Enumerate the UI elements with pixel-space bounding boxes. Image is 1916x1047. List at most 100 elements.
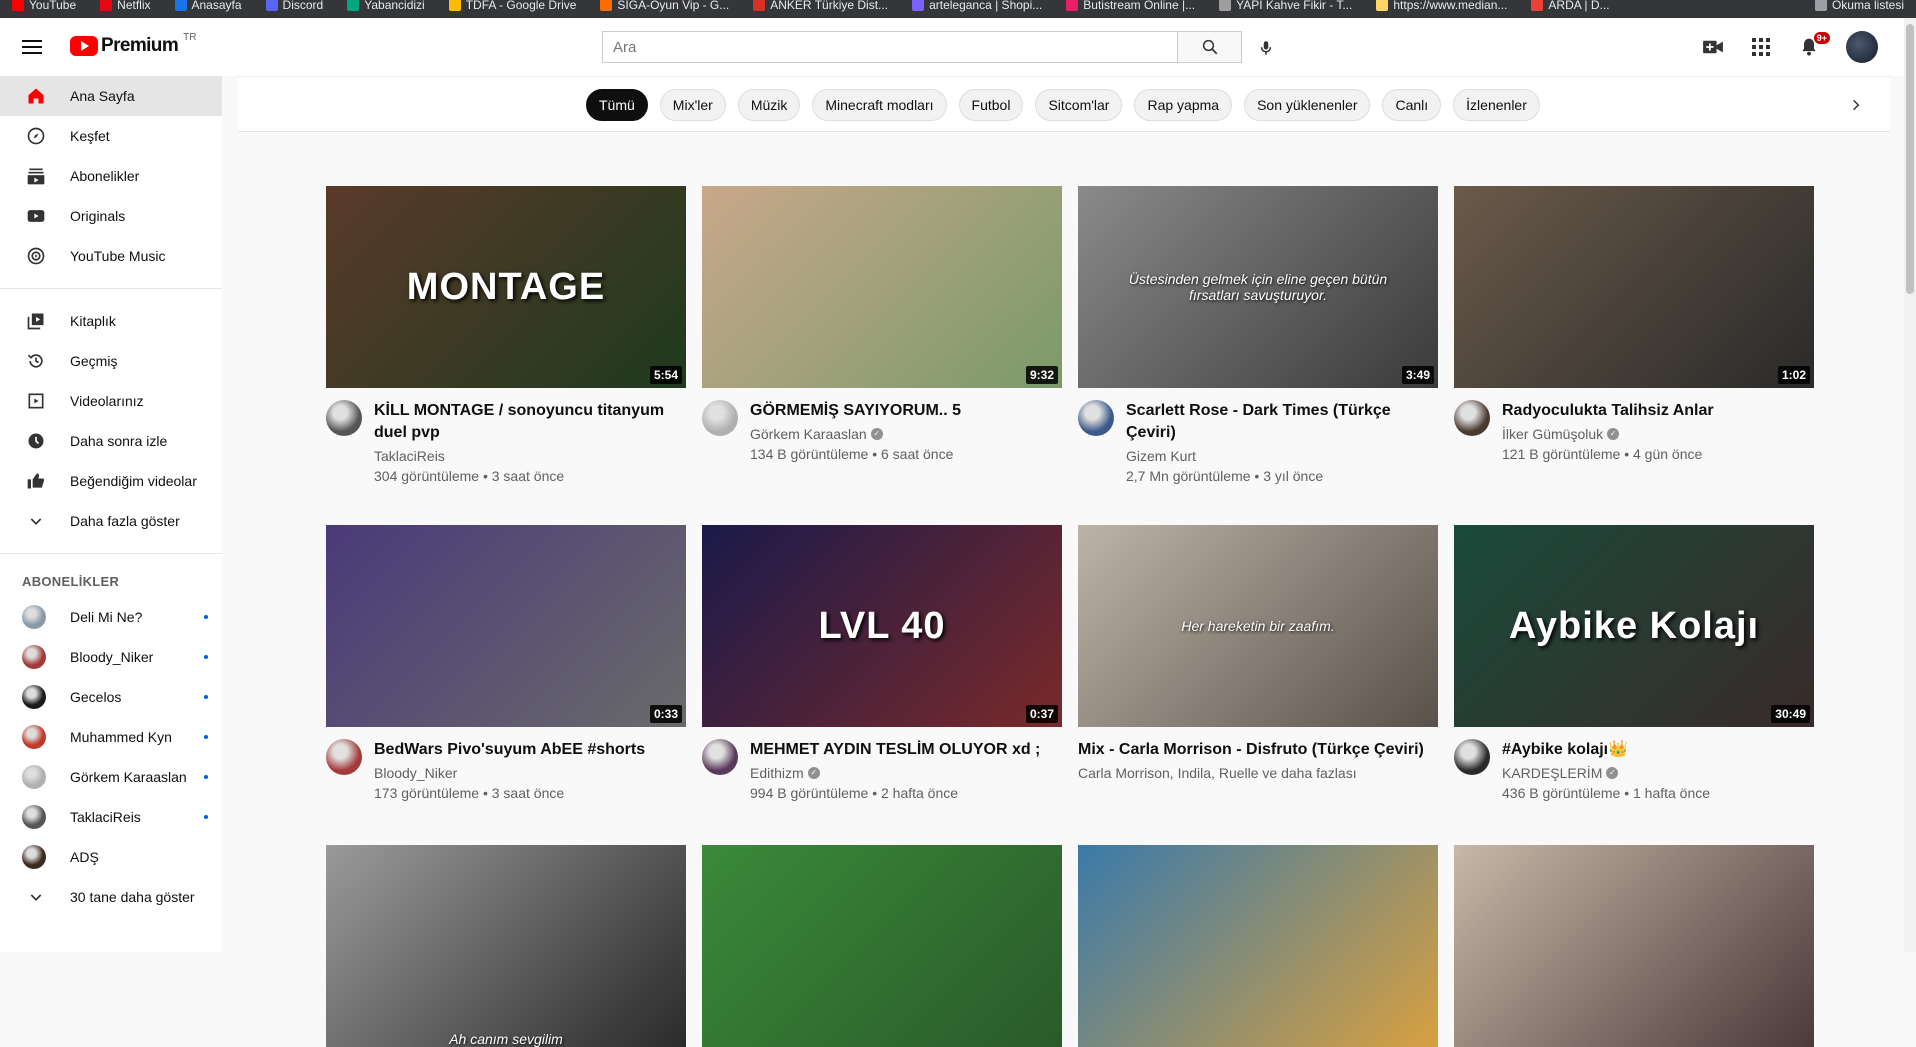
channel-name[interactable]: Carla Morrison, Indila, Ruelle ve daha f… xyxy=(1078,763,1357,783)
sidebar-item-your-videos[interactable]: Videolarınız xyxy=(0,381,222,421)
bookmark-item[interactable]: ANKER Türkiye Dist... xyxy=(741,0,900,12)
video-card[interactable]: 9:32 GÖRMEMİŞ SAYIYORUM.. 5 Görkem Karaasl… xyxy=(702,186,1062,464)
video-title[interactable]: Mix - Carla Morrison - Disfruto (Türkçe … xyxy=(1078,739,1438,761)
video-thumbnail[interactable]: Her hareketin bir zaafım. xyxy=(1078,525,1438,727)
sidebar-item-watch-later[interactable]: Daha sonra izle xyxy=(0,421,222,461)
filter-chip[interactable]: Futbol xyxy=(958,89,1024,121)
video-card[interactable] xyxy=(702,845,1062,1047)
video-title[interactable]: Scarlett Rose - Dark Times (Türkçe Çevir… xyxy=(1126,400,1438,444)
filter-chip[interactable]: İzlenenler xyxy=(1453,89,1540,121)
sidebar-item-chevron-down[interactable]: Daha fazla göster xyxy=(0,501,222,541)
video-card[interactable]: Aybike Kolajı 30:49 #Aybike kolajı👑 KARDEŞL… xyxy=(1454,525,1814,803)
video-thumbnail[interactable]: 9:32 xyxy=(702,186,1062,388)
search-box[interactable] xyxy=(602,31,1178,63)
channel-avatar[interactable] xyxy=(1454,739,1490,775)
subscription-item[interactable]: Muhammed Kyn xyxy=(0,717,222,757)
channel-avatar[interactable] xyxy=(702,400,738,436)
video-card[interactable]: LVL 40 0:37 MEHMET AYDIN TESLİM OLUYOR xd … xyxy=(702,525,1062,803)
bookmark-item[interactable]: YAPI Kahve Fikir - T... xyxy=(1207,0,1364,12)
video-card[interactable] xyxy=(1078,845,1438,1047)
video-thumbnail[interactable]: LVL 40 0:37 xyxy=(702,525,1062,727)
video-thumbnail[interactable]: 1:02 xyxy=(1454,186,1814,388)
search-button[interactable] xyxy=(1177,31,1242,63)
video-title[interactable]: GÖRMEMİŞ SAYIYORUM.. 5 xyxy=(750,400,1062,422)
video-title[interactable]: KİLL MONTAGE / sonoyuncu titanyum duel p… xyxy=(374,400,686,444)
channel-avatar[interactable] xyxy=(1078,400,1114,436)
apps-button[interactable] xyxy=(1746,30,1776,64)
subscription-item[interactable]: Görkem Karaaslan xyxy=(0,757,222,797)
video-card[interactable]: 1:02 Radyoculukta Talihsiz Anlar İlker Güm… xyxy=(1454,186,1814,464)
bookmark-item[interactable]: https://www.median... xyxy=(1364,0,1519,12)
bookmark-item[interactable]: SIGA-Oyun Vip - G... xyxy=(588,0,741,12)
sidebar-item-library[interactable]: Kitaplık xyxy=(0,301,222,341)
bookmark-item[interactable]: ARDA | D... xyxy=(1519,0,1621,12)
subscription-item[interactable]: ADŞ xyxy=(0,837,222,877)
video-card[interactable]: Her hareketin bir zaafım. Mix - Carla Mor… xyxy=(1078,525,1438,783)
sidebar-item-subscriptions[interactable]: Abonelikler xyxy=(0,156,222,196)
video-thumbnail[interactable]: 0:33 xyxy=(326,525,686,727)
show-more-subscriptions[interactable]: 30 tane daha göster xyxy=(0,877,222,917)
bookmark-item[interactable]: Netflix xyxy=(88,0,162,12)
channel-name[interactable]: Gizem Kurt xyxy=(1126,446,1196,466)
bookmark-item[interactable]: YouTube xyxy=(0,0,88,12)
video-card[interactable]: Ah canım sevgilim xyxy=(326,845,686,1047)
filter-chip[interactable]: Canlı xyxy=(1382,89,1442,121)
video-card[interactable]: Üstesinden gelmek için eline geçen bütün… xyxy=(1078,186,1438,486)
channel-name[interactable]: TaklaciReis xyxy=(374,446,445,466)
video-title[interactable]: BedWars Pivo'suyum AbEE #shorts xyxy=(374,739,686,761)
filter-chip[interactable]: Minecraft modları xyxy=(812,89,947,121)
video-title[interactable]: Radyoculukta Talihsiz Anlar xyxy=(1502,400,1814,422)
page-scrollbar[interactable] xyxy=(1904,18,1916,952)
create-button[interactable] xyxy=(1698,30,1728,64)
channel-name[interactable]: Bloody_Niker xyxy=(374,763,457,783)
account-avatar[interactable] xyxy=(1846,31,1878,63)
channel-name[interactable]: Edithizm xyxy=(750,763,804,783)
reading-list-button[interactable]: Okuma listesi xyxy=(1803,0,1916,12)
channel-name[interactable]: Görkem Karaaslan xyxy=(750,424,867,444)
sidebar-item-history[interactable]: Geçmiş xyxy=(0,341,222,381)
filter-chip[interactable]: Sitcom'lar xyxy=(1035,89,1123,121)
youtube-logo[interactable]: Premium TR xyxy=(70,32,196,57)
video-card[interactable] xyxy=(1454,845,1814,1047)
sidebar-item-originals[interactable]: Originals xyxy=(0,196,222,236)
bookmark-item[interactable]: Discord xyxy=(254,0,336,12)
filter-chip[interactable]: Mix'ler xyxy=(659,89,726,121)
subscription-item[interactable]: Deli Mi Ne? xyxy=(0,597,222,637)
video-thumbnail[interactable] xyxy=(702,845,1062,1047)
video-thumbnail[interactable]: Aybike Kolajı 30:49 xyxy=(1454,525,1814,727)
channel-name[interactable]: KARDEŞLERİM xyxy=(1502,763,1602,783)
video-title[interactable]: MEHMET AYDIN TESLİM OLUYOR xd ; xyxy=(750,739,1062,761)
subscription-item[interactable]: Bloody_Niker xyxy=(0,637,222,677)
channel-avatar[interactable] xyxy=(702,739,738,775)
video-thumbnail[interactable] xyxy=(1078,845,1438,1047)
filter-chip[interactable]: Son yüklenenler xyxy=(1244,89,1371,121)
search-input[interactable] xyxy=(603,32,1177,62)
video-thumbnail[interactable]: Üstesinden gelmek için eline geçen bütün… xyxy=(1078,186,1438,388)
channel-avatar[interactable] xyxy=(326,739,362,775)
video-title[interactable]: #Aybike kolajı👑 xyxy=(1502,739,1814,761)
sidebar-item-home[interactable]: Ana Sayfa xyxy=(0,76,222,116)
bookmark-item[interactable]: arteleganca | Shopi... xyxy=(900,0,1054,12)
sidebar-item-liked[interactable]: Beğendiğim videolar xyxy=(0,461,222,501)
bookmark-item[interactable]: Anasayfa xyxy=(163,0,254,12)
bookmark-item[interactable]: Butistream Online |... xyxy=(1054,0,1207,12)
filter-chip[interactable]: Tümü xyxy=(586,89,648,121)
filter-chip[interactable]: Müzik xyxy=(737,89,801,121)
video-thumbnail[interactable]: Ah canım sevgilim xyxy=(326,845,686,1047)
sidebar-item-compass[interactable]: Keşfet xyxy=(0,116,222,156)
subscription-item[interactable]: TaklaciReis xyxy=(0,797,222,837)
channel-avatar[interactable] xyxy=(1454,400,1490,436)
channel-name[interactable]: İlker Gümüşoluk xyxy=(1502,424,1603,444)
video-thumbnail[interactable]: MONTAGE 5:54 xyxy=(326,186,686,388)
video-card[interactable]: MONTAGE 5:54 KİLL MONTAGE / sonoyuncu tita… xyxy=(326,186,686,486)
notifications-button[interactable]: 9+ xyxy=(1794,30,1830,64)
bookmark-item[interactable]: Yabancidizi xyxy=(335,0,436,12)
menu-button[interactable] xyxy=(18,35,50,59)
voice-search-button[interactable] xyxy=(1251,33,1281,63)
chips-next-button[interactable] xyxy=(1844,93,1868,117)
subscription-item[interactable]: Gecelos xyxy=(0,677,222,717)
video-thumbnail[interactable] xyxy=(1454,845,1814,1047)
bookmark-item[interactable]: TDFA - Google Drive xyxy=(437,0,589,12)
video-card[interactable]: 0:33 BedWars Pivo'suyum AbEE #shorts Blood… xyxy=(326,525,686,803)
channel-avatar[interactable] xyxy=(326,400,362,436)
